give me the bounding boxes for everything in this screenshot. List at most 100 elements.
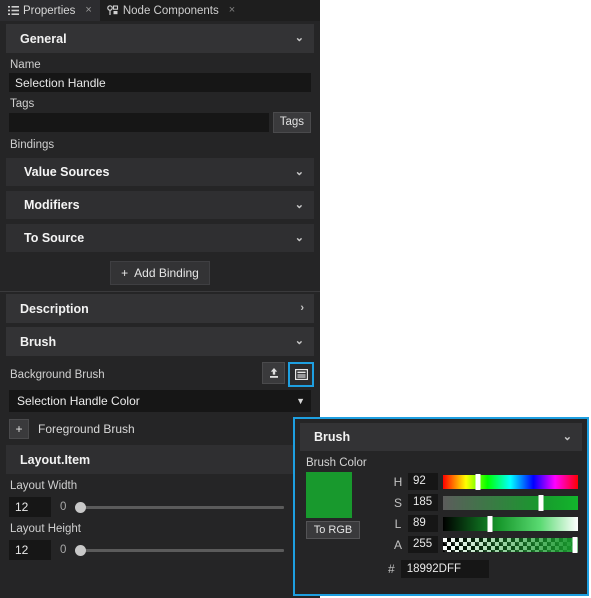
- lightness-gradient: [443, 516, 578, 531]
- channel-sliders: H 92 S 185 L 89 A 255: [393, 472, 587, 554]
- section-header-description[interactable]: Description ›: [6, 294, 314, 323]
- popup-title: Brush: [314, 430, 351, 444]
- binding-label: Value Sources: [24, 165, 110, 179]
- channel-value-a[interactable]: 255: [408, 536, 438, 553]
- chevron-down-icon: ⌄: [294, 198, 304, 211]
- layout-height-slider-row: 12 0 200: [0, 537, 320, 560]
- layout-height-min: 0: [60, 544, 67, 556]
- hex-row: # 18992DFF: [295, 554, 587, 578]
- add-binding-label: Add Binding: [134, 266, 199, 280]
- saturation-thumb[interactable]: [538, 494, 544, 511]
- hue-thumb[interactable]: [475, 473, 481, 490]
- tags-button[interactable]: Tags: [272, 112, 311, 133]
- hex-input[interactable]: 18992DFF: [400, 560, 489, 578]
- slider-track: [75, 548, 284, 552]
- binding-row-to-source[interactable]: To Source ⌄: [6, 224, 314, 252]
- tab-label: Properties: [23, 4, 76, 17]
- tags-input[interactable]: [9, 113, 269, 132]
- channel-letter-l: L: [394, 516, 402, 531]
- chevron-down-icon: ▼: [296, 396, 305, 406]
- slider-thumb[interactable]: [75, 501, 87, 513]
- channel-value-h[interactable]: 92: [408, 473, 438, 490]
- chevron-down-icon: ⌄: [294, 335, 304, 347]
- add-binding-button[interactable]: + Add Binding: [110, 261, 210, 285]
- slider-thumb[interactable]: [75, 544, 87, 556]
- to-rgb-button[interactable]: To RGB: [306, 521, 360, 539]
- channel-row-a: A 255: [393, 535, 587, 554]
- foreground-brush-row: + Foreground Brush: [0, 412, 320, 439]
- foreground-brush-label: Foreground Brush: [38, 422, 135, 436]
- name-input[interactable]: Selection Handle: [9, 73, 311, 92]
- binding-row-value-sources[interactable]: Value Sources ⌄: [6, 158, 314, 186]
- channel-row-s: S 185: [393, 493, 587, 512]
- list-icon: [7, 5, 19, 17]
- section-header-layout-item[interactable]: Layout.Item: [6, 445, 314, 474]
- chevron-right-icon: ›: [300, 302, 304, 314]
- swatch-column: To RGB: [306, 472, 386, 554]
- channel-row-h: H 92: [393, 472, 587, 491]
- tab-node-components[interactable]: Node Components ×: [99, 0, 244, 21]
- tags-label: Tags: [10, 98, 35, 110]
- lightness-slider[interactable]: [443, 515, 578, 532]
- chevron-down-icon: ⌄: [294, 32, 304, 44]
- tab-bar: Properties × Node Components ×: [0, 0, 320, 21]
- brush-icon-buttons: [262, 362, 314, 387]
- slider-track: [75, 505, 284, 509]
- color-picker-body: To RGB H 92 S 185 L 89 A 255: [295, 472, 587, 554]
- tags-row: Tags: [9, 112, 311, 133]
- add-binding-row: + Add Binding: [0, 261, 320, 285]
- hash-icon: #: [388, 562, 395, 576]
- brush-color-picker-popup: Brush ⌄ Brush Color To RGB H 92 S 185 L …: [293, 417, 589, 596]
- layout-height-track[interactable]: [75, 543, 284, 557]
- add-foreground-brush-button[interactable]: +: [9, 419, 29, 439]
- channel-letter-a: A: [393, 537, 402, 552]
- saturation-slider[interactable]: [443, 494, 578, 511]
- layout-width-track[interactable]: [75, 500, 284, 514]
- popup-header-brush[interactable]: Brush ⌄: [300, 423, 582, 451]
- close-icon[interactable]: ×: [83, 5, 93, 16]
- node-icon: [107, 5, 119, 17]
- channel-value-s[interactable]: 185: [408, 494, 438, 511]
- alpha-slider[interactable]: [443, 536, 578, 553]
- layout-width-input[interactable]: 12: [9, 497, 51, 517]
- background-brush-combo[interactable]: Selection Handle Color ▼: [9, 390, 311, 412]
- section-title: Description: [20, 301, 89, 316]
- chevron-down-icon: ⌄: [294, 231, 304, 244]
- name-label: Name: [10, 59, 41, 71]
- alpha-thumb[interactable]: [572, 536, 578, 553]
- binding-row-modifiers[interactable]: Modifiers ⌄: [6, 191, 314, 219]
- layout-width-slider-row: 12 0 200: [0, 494, 320, 517]
- upload-icon[interactable]: [262, 362, 285, 384]
- layout-height-label: Layout Height: [10, 523, 81, 535]
- bindings-label: Bindings: [10, 139, 55, 151]
- channel-letter-h: H: [393, 474, 403, 489]
- tab-label: Node Components: [122, 4, 219, 17]
- panel-icon[interactable]: [288, 362, 314, 387]
- chevron-down-icon: ⌄: [562, 430, 572, 443]
- hue-slider[interactable]: [443, 473, 578, 490]
- section-title: Layout.Item: [20, 452, 91, 467]
- layout-width-min: 0: [60, 501, 67, 513]
- section-title: Brush: [20, 334, 57, 349]
- hue-gradient: [443, 474, 578, 489]
- close-icon[interactable]: ×: [227, 5, 237, 16]
- background-brush-label: Background Brush: [10, 368, 105, 381]
- layout-height-input[interactable]: 12: [9, 540, 51, 560]
- color-swatch[interactable]: [306, 472, 352, 518]
- background-brush-row: Background Brush: [0, 356, 320, 387]
- alpha-gradient: [443, 537, 578, 552]
- section-header-general[interactable]: General ⌄: [6, 24, 314, 53]
- saturation-gradient: [443, 495, 578, 510]
- plus-icon: +: [121, 266, 129, 280]
- section-header-brush[interactable]: Brush ⌄: [6, 327, 314, 356]
- brush-color-label: Brush Color: [306, 457, 367, 469]
- combo-value: Selection Handle Color: [17, 394, 140, 408]
- channel-value-l[interactable]: 89: [408, 515, 438, 532]
- binding-label: Modifiers: [24, 198, 80, 212]
- divider: [0, 291, 320, 292]
- lightness-thumb[interactable]: [487, 515, 493, 532]
- layout-width-label: Layout Width: [10, 480, 78, 492]
- chevron-down-icon: ⌄: [294, 165, 304, 178]
- channel-letter-s: S: [393, 495, 402, 510]
- tab-properties[interactable]: Properties ×: [0, 0, 100, 21]
